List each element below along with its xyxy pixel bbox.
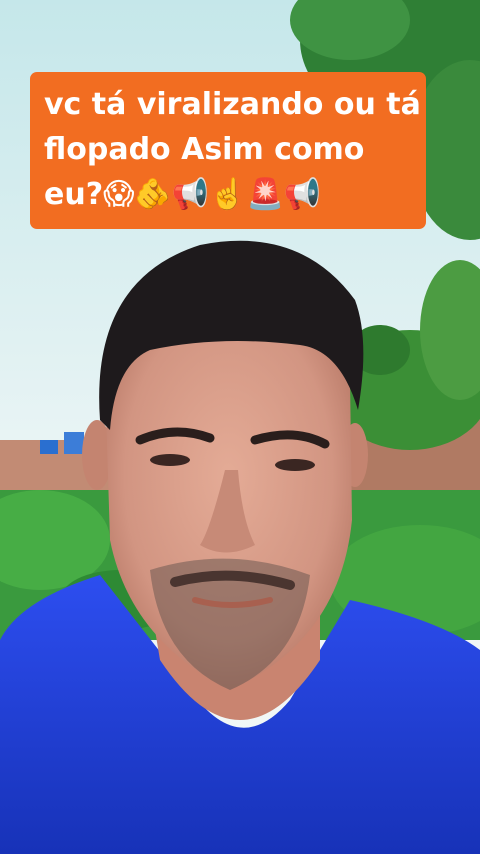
caption-banner: vc tá viralizando ou tá flopado Asim com… (30, 72, 426, 229)
caption-line-1: vc tá viralizando ou tá (44, 87, 421, 122)
caption-line-3: eu?😱🫵📢☝️🚨📢 (44, 177, 322, 212)
caption-line-2: flopado Asim como (44, 132, 365, 167)
